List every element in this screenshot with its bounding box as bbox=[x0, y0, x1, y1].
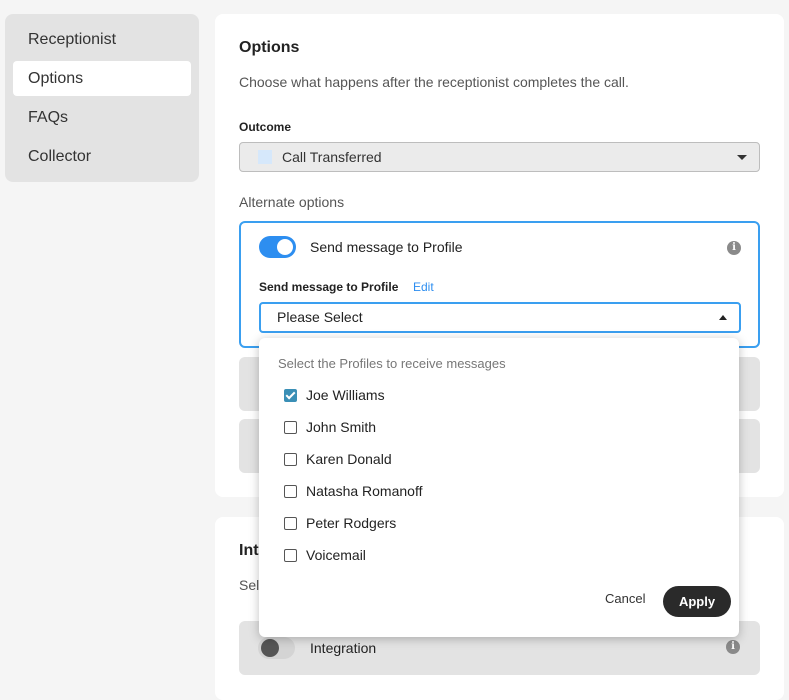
send-message-toggle[interactable] bbox=[259, 236, 296, 258]
integration-toggle[interactable] bbox=[258, 637, 295, 659]
checkbox[interactable] bbox=[284, 420, 297, 434]
integration-label: Integration bbox=[310, 640, 377, 656]
sidebar-item-collector[interactable]: Collector bbox=[13, 139, 191, 174]
integration-description: Sel bbox=[239, 577, 260, 593]
chevron-down-icon bbox=[737, 155, 747, 160]
toggle-knob bbox=[261, 639, 279, 657]
send-message-card: Send message to Profile i Send message t… bbox=[239, 221, 760, 348]
alternate-options-label: Alternate options bbox=[239, 194, 345, 210]
profile-option-natasha-romanoff[interactable]: Natasha Romanoff bbox=[284, 481, 422, 501]
send-message-profile-label: Send message to Profile bbox=[259, 280, 399, 294]
option-label: John Smith bbox=[306, 419, 377, 435]
integration-title: Int bbox=[239, 542, 259, 559]
sidebar-item-faqs[interactable]: FAQs bbox=[13, 100, 191, 135]
checkbox[interactable] bbox=[284, 484, 297, 498]
dropdown-header: Select the Profiles to receive messages bbox=[278, 356, 506, 371]
profile-option-john-smith[interactable]: John Smith bbox=[284, 417, 376, 437]
profile-option-peter-rodgers[interactable]: Peter Rodgers bbox=[284, 513, 396, 533]
outcome-color-swatch bbox=[258, 150, 272, 164]
options-description: Choose what happens after the receptioni… bbox=[239, 74, 629, 90]
option-label: Karen Donald bbox=[306, 451, 392, 467]
outcome-label: Outcome bbox=[239, 120, 292, 134]
toggle-knob bbox=[277, 239, 293, 255]
profile-option-voicemail[interactable]: Voicemail bbox=[284, 545, 366, 565]
info-icon[interactable]: i bbox=[727, 241, 741, 255]
chevron-up-icon bbox=[719, 315, 727, 320]
checkbox[interactable] bbox=[284, 452, 297, 466]
profile-select-value: Please Select bbox=[277, 309, 363, 325]
option-label: Peter Rodgers bbox=[306, 515, 397, 531]
options-title: Options bbox=[239, 39, 300, 56]
send-message-title: Send message to Profile bbox=[310, 239, 463, 255]
cancel-button[interactable]: Cancel bbox=[605, 591, 645, 606]
sidebar-item-receptionist[interactable]: Receptionist bbox=[13, 22, 191, 57]
sidebar: Receptionist Options FAQs Collector bbox=[5, 14, 199, 182]
info-icon[interactable]: i bbox=[726, 640, 740, 654]
checkbox-checked[interactable] bbox=[284, 388, 297, 402]
option-label: Voicemail bbox=[306, 547, 366, 563]
profiles-dropdown: Select the Profiles to receive messages … bbox=[259, 338, 739, 637]
profile-select[interactable]: Please Select bbox=[259, 302, 741, 333]
outcome-value: Call Transferred bbox=[282, 149, 382, 165]
profile-option-karen-donald[interactable]: Karen Donald bbox=[284, 449, 392, 469]
sidebar-item-options[interactable]: Options bbox=[13, 61, 191, 96]
edit-link[interactable]: Edit bbox=[413, 280, 434, 294]
outcome-select[interactable]: Call Transferred bbox=[239, 142, 760, 172]
checkbox[interactable] bbox=[284, 548, 297, 562]
profile-option-joe-williams[interactable]: Joe Williams bbox=[284, 385, 385, 405]
option-label: Natasha Romanoff bbox=[306, 483, 423, 499]
apply-button[interactable]: Apply bbox=[663, 586, 731, 617]
checkbox[interactable] bbox=[284, 516, 297, 530]
option-label: Joe Williams bbox=[306, 387, 385, 403]
